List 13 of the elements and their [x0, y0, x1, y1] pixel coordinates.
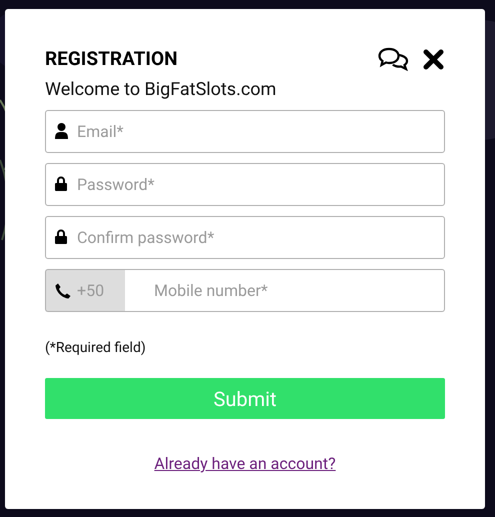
email-field[interactable]: Email* — [45, 110, 445, 153]
lock-icon — [55, 229, 67, 244]
close-icon[interactable] — [423, 48, 444, 70]
login-link[interactable]: Already have an account? — [154, 452, 336, 476]
password-field[interactable]: Password* — [45, 163, 445, 206]
required-note: (*Required field) — [45, 339, 147, 357]
submit-button[interactable]: Submit — [45, 378, 445, 419]
dialog-title: REGISTRATION — [45, 47, 178, 71]
welcome-text: Welcome to BigFatSlots.com — [45, 79, 278, 101]
lock-icon — [55, 176, 67, 191]
chat-icon[interactable] — [378, 47, 409, 71]
user-icon — [55, 123, 68, 139]
password-field[interactable]: Confirm password* — [45, 216, 445, 259]
